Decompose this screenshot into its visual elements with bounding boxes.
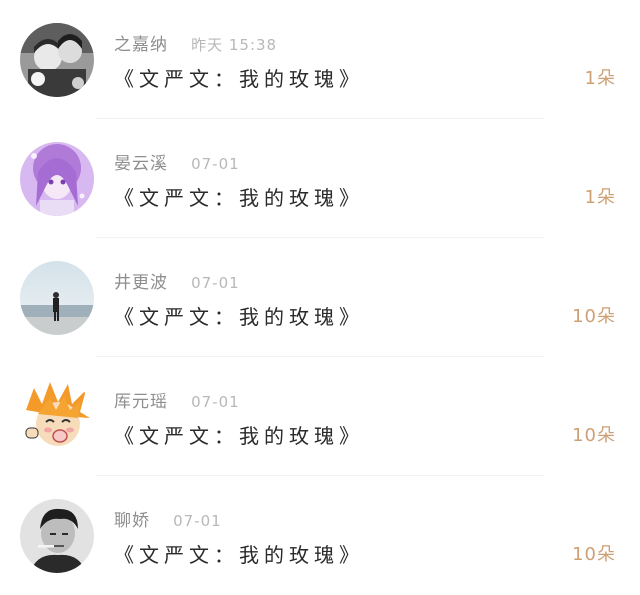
timestamp: 07-01 — [191, 393, 240, 411]
book-title: 《文严文：我的玫瑰》 — [114, 67, 364, 91]
item-meta: 晏云溪 07-01 — [114, 149, 240, 174]
user-name[interactable]: 之嘉纳 — [114, 35, 168, 55]
timestamp: 07-01 — [173, 512, 222, 530]
timestamp: 07-01 — [191, 274, 240, 292]
book-title: 《文严文：我的玫瑰》 — [114, 186, 364, 210]
item-meta: 之嘉纳 昨天 15:38 — [114, 30, 278, 55]
rose-count: 1朵 — [584, 187, 616, 208]
user-name[interactable]: 厍元瑶 — [114, 392, 168, 412]
list-item[interactable]: 之嘉纳 昨天 15:38 《文严文：我的玫瑰》 1朵 — [0, 0, 640, 119]
item-meta: 聊娇 07-01 — [114, 506, 222, 531]
avatar-purple-hair-girl-icon[interactable] — [20, 142, 94, 216]
timestamp: 07-01 — [191, 155, 240, 173]
book-title: 《文严文：我的玫瑰》 — [114, 305, 364, 329]
rose-count: 10朵 — [572, 425, 616, 446]
rose-count: 10朵 — [572, 306, 616, 327]
book-title: 《文严文：我的玫瑰》 — [114, 424, 364, 448]
gift-record-list: 之嘉纳 昨天 15:38 《文严文：我的玫瑰》 1朵 晏云溪 07-01 《文严 — [0, 0, 640, 594]
item-meta: 厍元瑶 07-01 — [114, 387, 240, 412]
user-name[interactable]: 聊娇 — [114, 511, 150, 531]
user-name[interactable]: 晏云溪 — [114, 154, 168, 174]
list-item[interactable]: 井更波 07-01 《文严文：我的玫瑰》 10朵 — [0, 238, 640, 357]
avatar-anime-couple-icon[interactable] — [20, 23, 94, 97]
list-item[interactable]: 聊娇 07-01 《文严文：我的玫瑰》 10朵 — [0, 476, 640, 595]
rose-count: 10朵 — [572, 544, 616, 565]
item-meta: 井更波 07-01 — [114, 268, 240, 293]
user-name[interactable]: 井更波 — [114, 273, 168, 293]
avatar-man-at-sea-icon[interactable] — [20, 261, 94, 335]
book-title: 《文严文：我的玫瑰》 — [114, 543, 364, 567]
timestamp: 昨天 15:38 — [191, 36, 278, 54]
list-item[interactable]: 晏云溪 07-01 《文严文：我的玫瑰》 1朵 — [0, 119, 640, 238]
avatar-cartoon-boy-icon[interactable] — [20, 380, 94, 454]
list-item[interactable]: 厍元瑶 07-01 《文严文：我的玫瑰》 10朵 — [0, 357, 640, 476]
rose-count: 1朵 — [584, 68, 616, 89]
avatar-bw-portrait-icon[interactable] — [20, 499, 94, 573]
